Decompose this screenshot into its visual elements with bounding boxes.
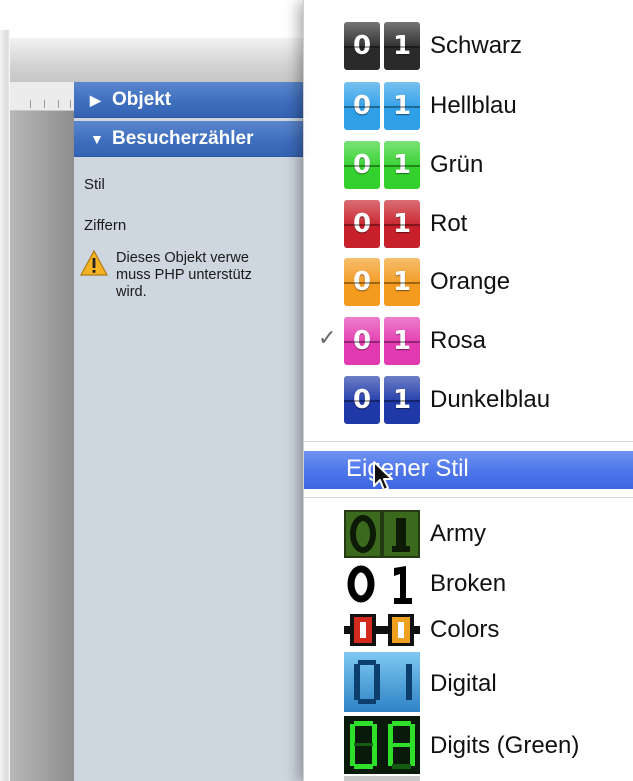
- warning-icon: [80, 250, 108, 276]
- digital-digits-icon: [344, 652, 420, 712]
- section-besucherzaehler-header[interactable]: ▼ Besucherzähler: [74, 121, 310, 157]
- menu-item-rosa[interactable]: ✓ 0 1 Rosa: [304, 315, 633, 369]
- ziffern-label: Ziffern: [84, 217, 127, 234]
- counter-digit: 1: [384, 258, 420, 306]
- menu-item-label: Grün: [430, 151, 484, 178]
- counter-color-swatch: 01: [344, 317, 420, 365]
- menu-item-schwarz[interactable]: 0 1 Schwarz: [304, 20, 633, 74]
- counter-color-swatch: 01: [344, 22, 420, 70]
- menu-separator: [304, 497, 633, 498]
- counter-color-swatch: 01: [344, 376, 420, 424]
- counter-color-swatch: 01: [344, 200, 420, 248]
- menu-item-hellblau[interactable]: 0 1 Hellblau: [304, 80, 633, 134]
- menu-item-orange[interactable]: 0 1 Orange: [304, 256, 633, 310]
- menu-item-eigener-stil-label: Eigener Stil: [346, 455, 469, 482]
- counter-digit: 1: [384, 82, 420, 130]
- menu-item-digital-label: Digital: [430, 670, 497, 697]
- style-popup-menu[interactable]: 0 1 Schwarz 0 1 Hellblau 0 1 Grün 0 1 Rot 0 1 Orange ✓ 0…: [303, 0, 633, 781]
- warning-text: Dieses Objekt verwe muss PHP unterstütz …: [116, 250, 306, 301]
- menu-item-colors[interactable]: Colors: [304, 610, 633, 650]
- inspector-panel: [74, 82, 310, 781]
- counter-color-swatch: 01: [344, 258, 420, 306]
- menu-item-label: Rosa: [430, 327, 487, 354]
- menu-item-army-label: Army: [430, 520, 486, 547]
- counter-color-swatch: 01: [344, 141, 420, 189]
- disclosure-collapsed-icon: ▶: [90, 92, 101, 108]
- window-titlebar: [10, 38, 310, 83]
- menu-item-label: Orange: [430, 268, 511, 295]
- counter-digit: 1: [384, 200, 420, 248]
- warning-line-1: Dieses Objekt verwe: [116, 250, 249, 266]
- counter-digit: 1: [384, 22, 420, 70]
- army-digits-icon: [344, 510, 420, 558]
- counter-digit: 0: [344, 141, 380, 189]
- ruler: [10, 82, 74, 111]
- menu-item-digits-green[interactable]: Digits (Green): [304, 716, 633, 774]
- menu-item-gr-n[interactable]: 0 1 Grün: [304, 139, 633, 193]
- warning-line-2: muss PHP unterstütz: [116, 267, 252, 283]
- counter-digit: 0: [344, 200, 380, 248]
- menu-item-rot[interactable]: 0 1 Rot: [304, 198, 633, 252]
- broken-digits-icon: [347, 565, 412, 604]
- counter-digit: 0: [344, 376, 380, 424]
- menu-item-digital[interactable]: Digital: [304, 652, 633, 712]
- counter-color-swatch: 01: [344, 82, 420, 130]
- next-menu-item-peek: [344, 776, 420, 781]
- menu-item-dunkelblau[interactable]: 0 1 Dunkelblau: [304, 374, 633, 428]
- section-besucherzaehler-label: Besucherzähler: [112, 128, 254, 149]
- counter-digit: 1: [384, 376, 420, 424]
- menu-item-broken[interactable]: Broken: [304, 562, 633, 606]
- menu-item-label: Dunkelblau: [430, 386, 551, 413]
- counter-digit: 0: [344, 258, 380, 306]
- counter-digit: 1: [384, 317, 420, 365]
- checkmark-icon: ✓: [318, 325, 337, 350]
- menu-separator: [304, 441, 633, 442]
- menu-item-label: Hellblau: [430, 92, 517, 119]
- menu-item-label: Rot: [430, 210, 468, 237]
- counter-digit: 0: [344, 82, 380, 130]
- green-digits-icon: [344, 716, 420, 774]
- warning-line-3: wird.: [116, 284, 147, 300]
- counter-digit: 1: [384, 141, 420, 189]
- counter-digit: 0: [344, 22, 380, 70]
- stil-label: Stil: [84, 176, 105, 193]
- menu-item-digits-green-label: Digits (Green): [430, 732, 580, 759]
- menu-item-colors-label: Colors: [430, 616, 500, 643]
- left-panel: [10, 82, 74, 781]
- section-objekt-header[interactable]: ▶ Objekt: [74, 82, 310, 118]
- menu-item-broken-label: Broken: [430, 570, 507, 597]
- menu-item-army[interactable]: Army: [304, 508, 633, 558]
- disclosure-expanded-icon: ▼: [90, 131, 104, 147]
- section-objekt-label: Objekt: [112, 89, 172, 110]
- counter-digit: 0: [344, 317, 380, 365]
- mouse-cursor-icon: [373, 461, 393, 491]
- menu-item-label: Schwarz: [430, 32, 523, 59]
- colors-digits-icon: [344, 614, 420, 646]
